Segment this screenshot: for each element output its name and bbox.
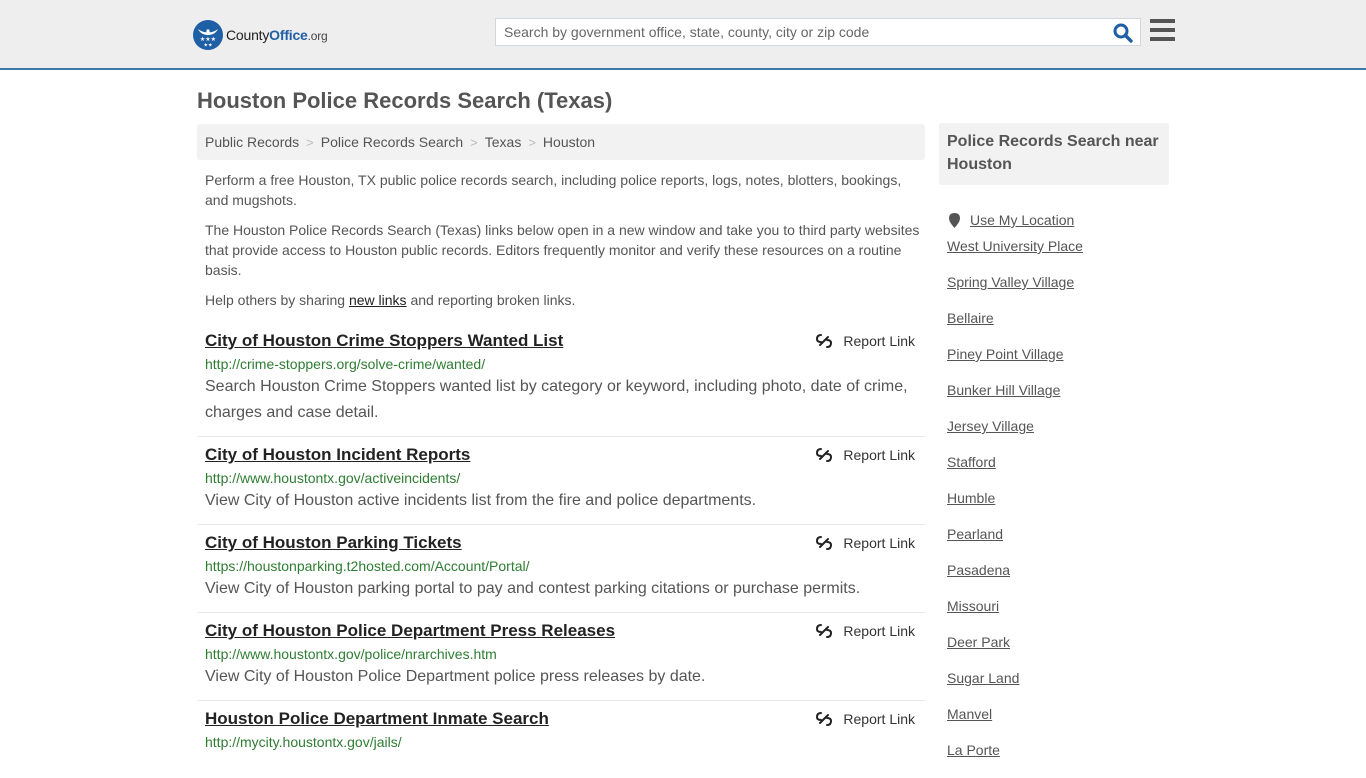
result-description: View City of Houston Police Department p… (205, 668, 706, 685)
nearby-city-link[interactable]: Bunker Hill Village (947, 382, 1060, 398)
county-office-logo[interactable]: ★★★ ★★ CountyOffice.org (193, 20, 328, 50)
breadcrumb-separator: > (528, 134, 536, 150)
result-title-link[interactable]: City of Houston Incident Reports (205, 445, 470, 465)
result-title-link[interactable]: City of Houston Crime Stoppers Wanted Li… (205, 331, 563, 351)
nearby-city-link[interactable]: Pearland (947, 526, 1003, 542)
sidebar: Police Records Search near Houston Use M… (939, 123, 1169, 778)
breadcrumb-houston[interactable]: Houston (543, 134, 595, 150)
breadcrumb-texas[interactable]: Texas (485, 134, 522, 150)
result-url: http://www.houstontx.gov/activeincidents… (205, 470, 461, 486)
page-title: Houston Police Records Search (Texas) (197, 88, 613, 113)
report-link-button[interactable]: Report Link (816, 711, 915, 727)
nearby-city-link[interactable]: Bellaire (947, 310, 994, 326)
intro-paragraph-1: Perform a free Houston, TX public police… (205, 172, 902, 208)
nearby-city-link[interactable]: Missouri (947, 598, 999, 614)
result-item: City of Houston Parking Tickets https://… (197, 525, 925, 613)
search-button[interactable] (1112, 22, 1134, 44)
report-link-button[interactable]: Report Link (816, 535, 915, 551)
broken-link-icon (816, 334, 833, 348)
breadcrumb-police-records-search[interactable]: Police Records Search (321, 134, 463, 150)
broken-link-icon (816, 448, 833, 462)
map-marker-icon (949, 212, 960, 228)
result-item: City of Houston Crime Stoppers Wanted Li… (197, 323, 925, 437)
search-input[interactable] (496, 19, 1096, 45)
intro-text: Perform a free Houston, TX public police… (205, 170, 920, 320)
nearby-city-link[interactable]: Deer Park (947, 634, 1010, 650)
breadcrumb-separator: > (470, 134, 478, 150)
nearby-list: Use My Location West University Place Sp… (939, 202, 1169, 778)
nearby-city-link[interactable]: Jersey Village (947, 418, 1034, 434)
nearby-city-link[interactable]: Pasadena (947, 562, 1010, 578)
result-description: Search Houston Crime Stoppers wanted lis… (205, 378, 908, 421)
hamburger-menu-icon (1150, 19, 1175, 23)
nearby-city-link[interactable]: Sugar Land (947, 670, 1019, 686)
result-url: http://crime-stoppers.org/solve-crime/wa… (205, 356, 486, 372)
result-item: Houston Police Department Inmate Search … (197, 701, 925, 760)
search-box (495, 18, 1141, 46)
result-item: City of Houston Police Department Press … (197, 613, 925, 701)
broken-link-icon (816, 536, 833, 550)
result-title-link[interactable]: City of Houston Parking Tickets (205, 533, 462, 553)
nearby-city-link[interactable]: Stafford (947, 454, 996, 470)
result-title-link[interactable]: City of Houston Police Department Press … (205, 621, 615, 641)
broken-link-icon (816, 624, 833, 638)
results-list: City of Houston Crime Stoppers Wanted Li… (197, 323, 925, 760)
nearby-city-link[interactable]: Spring Valley Village (947, 274, 1074, 290)
intro-paragraph-2: The Houston Police Records Search (Texas… (205, 222, 920, 278)
nearby-city-link[interactable]: Manvel (947, 706, 992, 722)
eagle-logo-icon: ★★★ ★★ (193, 20, 223, 50)
result-item: City of Houston Incident Reports http://… (197, 437, 925, 525)
top-header: ★★★ ★★ CountyOffice.org (0, 0, 1366, 70)
hamburger-menu-button[interactable] (1150, 19, 1175, 41)
breadcrumb-public-records[interactable]: Public Records (205, 134, 299, 150)
result-description: View City of Houston active incidents li… (205, 492, 757, 509)
nearby-city-link[interactable]: West University Place (947, 238, 1083, 254)
new-links-link[interactable]: new links (349, 292, 407, 308)
result-description: View City of Houston parking portal to p… (205, 580, 861, 597)
nearby-city-link[interactable]: Piney Point Village (947, 346, 1063, 362)
nearby-city-link[interactable]: La Porte (947, 742, 1000, 758)
broken-link-icon (816, 712, 833, 726)
result-url: http://mycity.houstontx.gov/jails/ (205, 734, 402, 750)
use-my-location-link[interactable]: Use My Location (970, 212, 1074, 228)
breadcrumb: Public Records > Police Records Search >… (197, 124, 925, 160)
report-link-button[interactable]: Report Link (816, 447, 915, 463)
report-link-button[interactable]: Report Link (816, 623, 915, 639)
search-icon (1113, 23, 1133, 43)
report-link-button[interactable]: Report Link (816, 333, 915, 349)
breadcrumb-separator: > (306, 134, 314, 150)
logo-wordmark: CountyOffice.org (226, 27, 328, 43)
result-title-link[interactable]: Houston Police Department Inmate Search (205, 709, 549, 729)
result-url: https://houstonparking.t2hosted.com/Acco… (205, 558, 530, 574)
result-url: http://www.houstontx.gov/police/nrarchiv… (205, 646, 497, 662)
svg-text:★★: ★★ (204, 43, 213, 49)
use-my-location: Use My Location (947, 202, 1169, 238)
sidebar-heading: Police Records Search near Houston (939, 123, 1169, 185)
intro-paragraph-3: Help others by sharing new links and rep… (205, 292, 576, 308)
nearby-city-link[interactable]: Humble (947, 490, 995, 506)
